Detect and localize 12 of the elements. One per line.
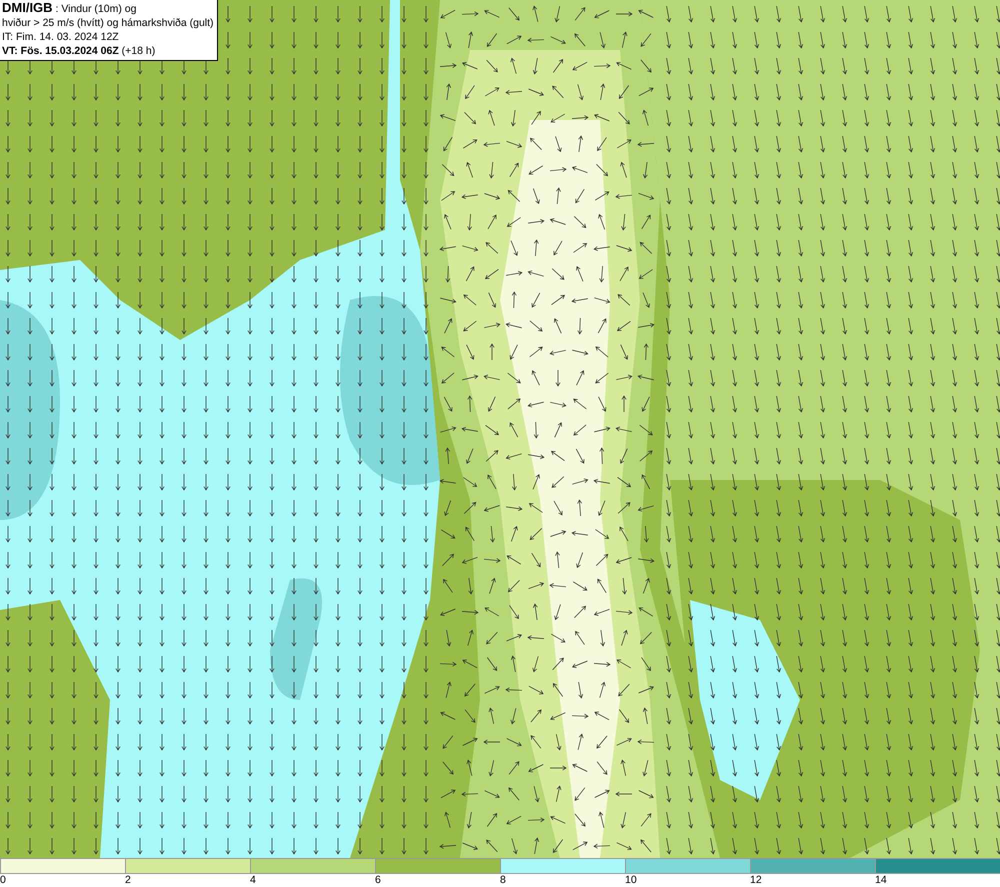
header-title-line: DMI/IGB : Vindur (10m) og <box>2 1 138 16</box>
legend-label: 4 <box>250 874 256 886</box>
legend-label: 6 <box>375 874 381 886</box>
legend-label: 2 <box>125 874 131 886</box>
legend-label: 8 <box>500 874 506 886</box>
header-subtitle: hviður > 25 m/s (hvítt) og hámarkshviða (gult) <box>2 16 214 30</box>
legend-label: 0 <box>0 874 6 886</box>
issue-time: IT: Fim. 14. 03. 2024 12Z <box>2 30 120 44</box>
valid-time: VT: Fös. 15.03.2024 06Z (+18 h) <box>2 44 156 58</box>
legend-label: 14 <box>875 874 887 886</box>
legend-label: 12 <box>750 874 762 886</box>
legend-label: 10 <box>625 874 637 886</box>
